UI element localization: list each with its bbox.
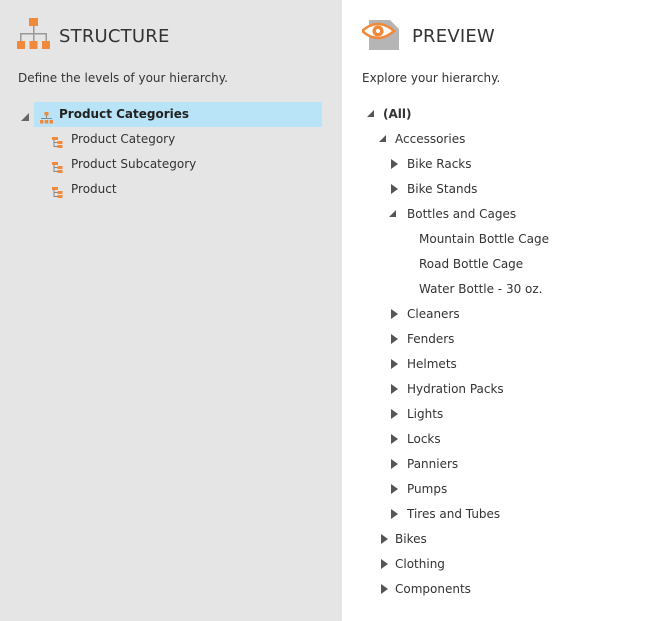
hierarchy-level-icon: [52, 183, 65, 208]
hierarchy-level-item[interactable]: Product Subcategory: [52, 152, 196, 177]
collapsed-caret-icon[interactable]: [389, 377, 399, 402]
hierarchy-level-item[interactable]: Product Category: [52, 127, 175, 152]
preview-tree-node-label: Bikes: [395, 532, 427, 546]
hierarchy-root-label: Product Categories: [59, 107, 190, 121]
preview-tree-node-label: Accessories: [395, 132, 466, 146]
collapsed-caret-icon[interactable]: [389, 452, 399, 477]
collapsed-caret-icon[interactable]: [389, 402, 399, 427]
collapsed-caret-icon[interactable]: [379, 577, 389, 602]
collapsed-caret-icon[interactable]: [389, 177, 399, 202]
expanded-caret-icon[interactable]: [389, 202, 399, 227]
collapsed-caret-icon[interactable]: [389, 427, 399, 452]
preview-tree-node-label: Cleaners: [407, 307, 460, 321]
preview-tree-node-label: Road Bottle Cage: [419, 257, 524, 271]
preview-tree-node-label: Clothing: [395, 557, 445, 571]
collapsed-caret-icon[interactable]: [389, 152, 399, 177]
hierarchy-icon: [17, 18, 50, 54]
hierarchy-level-item[interactable]: Product: [52, 177, 117, 202]
preview-tree-node-label: Locks: [407, 432, 441, 446]
structure-subtitle: Define the levels of your hierarchy.: [18, 71, 228, 85]
collapsed-caret-icon[interactable]: [389, 302, 399, 327]
collapsed-caret-icon[interactable]: [379, 527, 389, 552]
collapsed-caret-icon[interactable]: [389, 477, 399, 502]
hierarchy-level-label: Product: [71, 182, 117, 196]
preview-tree-node-label: Panniers: [407, 457, 459, 471]
eye-icon: [360, 17, 402, 54]
hierarchy-level-label: Product Subcategory: [71, 157, 197, 171]
collapse-caret-icon[interactable]: [21, 110, 29, 124]
preview-tree-node-label: Pumps: [407, 482, 448, 496]
preview-tree-node-label: Bike Racks: [407, 157, 472, 171]
preview-tree-node-label: Bottles and Cages: [407, 207, 517, 221]
preview-tree-node-label: Mountain Bottle Cage: [419, 232, 549, 246]
preview-tree-node-label: Fenders: [407, 332, 455, 346]
collapsed-caret-icon[interactable]: [379, 552, 389, 577]
expanded-caret-icon[interactable]: [379, 127, 389, 152]
preview-subtitle: Explore your hierarchy.: [362, 71, 501, 85]
preview-tree-node-label: Tires and Tubes: [407, 507, 501, 521]
preview-tree-node-label: (All): [383, 107, 412, 121]
collapsed-caret-icon[interactable]: [389, 327, 399, 352]
collapsed-caret-icon[interactable]: [389, 352, 399, 377]
collapsed-caret-icon[interactable]: [389, 502, 399, 527]
structure-title: STRUCTURE: [59, 26, 170, 47]
preview-panel: PREVIEW Explore your hierarchy. (All) Acc…: [342, 0, 661, 621]
preview-tree-node-label: Water Bottle - 30 oz.: [419, 282, 543, 296]
preview-tree-node-label: Components: [395, 582, 471, 596]
structure-panel: STRUCTURE Define the levels of your hier…: [0, 0, 342, 621]
preview-title: PREVIEW: [412, 26, 495, 47]
preview-tree-node-label: Hydration Packs: [407, 382, 504, 396]
preview-tree-node-label: Lights: [407, 407, 444, 421]
hierarchy-root-item[interactable]: Product Categories: [34, 102, 322, 127]
expanded-caret-icon[interactable]: [367, 102, 377, 127]
hierarchy-level-label: Product Category: [71, 132, 176, 146]
preview-tree-node-label: Bike Stands: [407, 182, 478, 196]
preview-tree-node-label: Helmets: [407, 357, 457, 371]
